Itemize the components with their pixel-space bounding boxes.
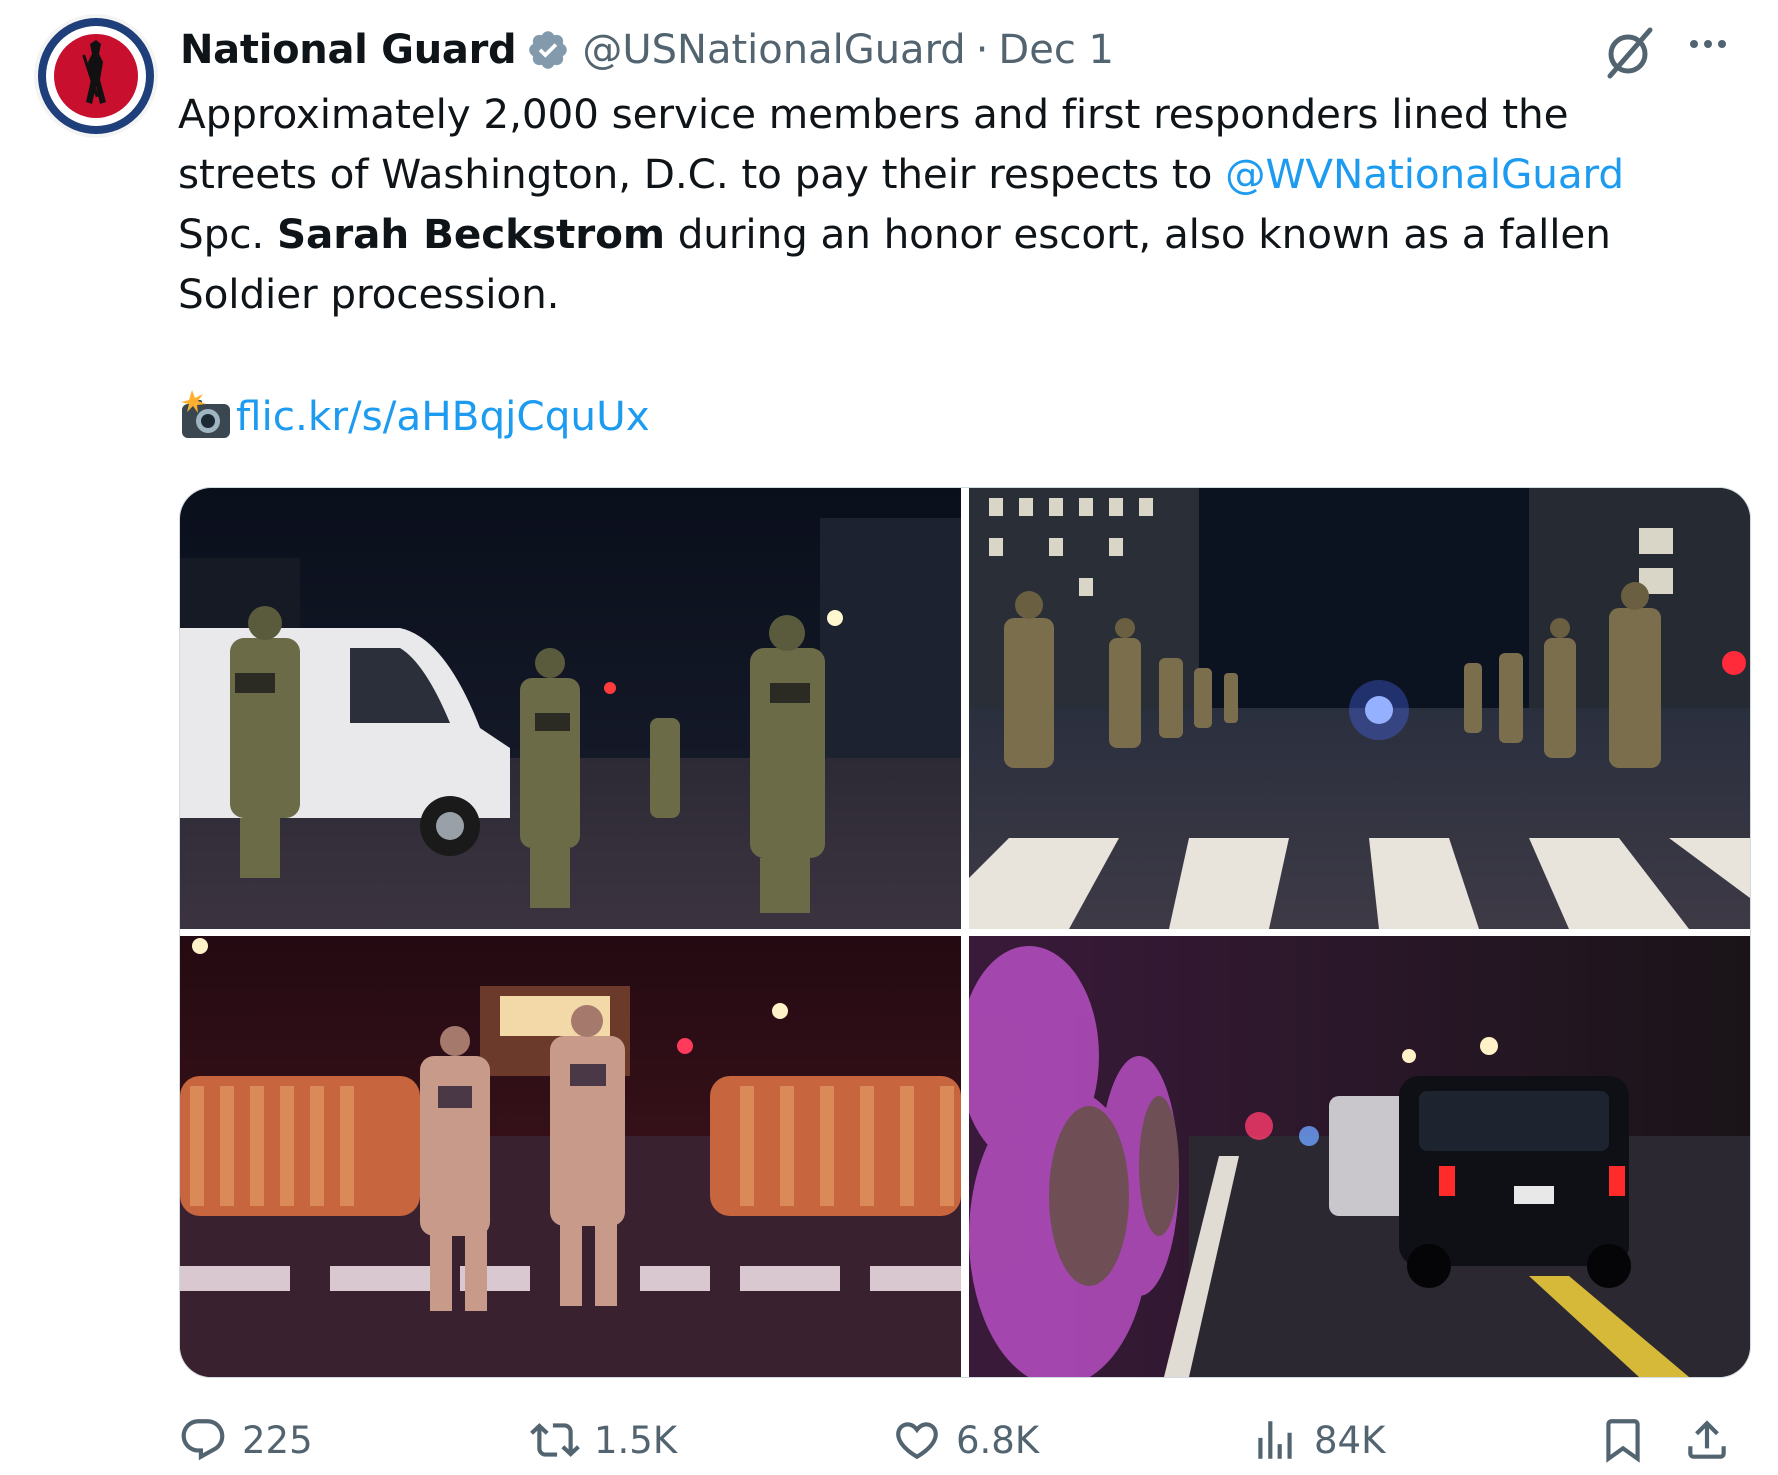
national-guard-seal-icon (38, 18, 154, 134)
views-count: 84K (1314, 1418, 1386, 1462)
photo-4-image (969, 936, 1750, 1377)
flickr-link[interactable]: flic.kr/s/aHBqjCquUx (236, 386, 650, 446)
reply-icon (181, 1419, 225, 1461)
heart-icon (896, 1422, 938, 1460)
display-name[interactable]: National Guard (180, 27, 517, 73)
bold-name: Sarah Beckstrom (276, 210, 665, 258)
tweet-header: National Guard @USNationalGuard · Dec 1 (180, 20, 1114, 80)
more-icon[interactable] (1684, 30, 1734, 80)
mention-link[interactable]: @WVNationalGuard (1225, 150, 1624, 198)
views-chart-icon (1258, 1421, 1292, 1459)
handle[interactable]: @USNationalGuard (582, 27, 965, 73)
photo-soldiers-lining-street-crosswalk[interactable] (969, 488, 1750, 929)
bookmark-icon (1606, 1419, 1640, 1463)
reply-count: 225 (242, 1418, 313, 1462)
share-icon (1688, 1420, 1726, 1459)
views-button[interactable]: 84K (1250, 1410, 1385, 1470)
text-part-2: Spc. (178, 210, 277, 258)
photo-1-image (180, 488, 961, 929)
retweet-count: 1.5K (594, 1418, 678, 1462)
photo-motorcade-passing-soldiers[interactable] (969, 936, 1750, 1377)
tweet-text: Approximately 2,000 service members and … (178, 84, 1718, 324)
separator-dot: · (975, 27, 989, 73)
verified-badge-icon (529, 31, 568, 69)
bookmark-button[interactable] (1598, 1410, 1648, 1470)
media-grid (179, 487, 1751, 1378)
avatar[interactable] (34, 14, 158, 138)
grok-icon[interactable] (1600, 24, 1658, 82)
retweet-button[interactable]: 1.5K (530, 1410, 677, 1470)
like-count: 6.8K (956, 1418, 1040, 1462)
camera-with-flash-icon (181, 390, 230, 438)
link-line: flic.kr/s/aHBqjCquUx (178, 386, 650, 446)
share-button[interactable] (1682, 1410, 1732, 1470)
photo-two-soldiers-walking-procession[interactable] (180, 936, 961, 1377)
photo-3-image (180, 936, 961, 1377)
like-button[interactable]: 6.8K (892, 1410, 1039, 1470)
action-bar: 225 1.5K 6.8K 84K (178, 1410, 1754, 1470)
photo-2-image (969, 488, 1750, 929)
post-date[interactable]: Dec 1 (998, 27, 1114, 73)
retweet-icon (530, 1423, 580, 1457)
photo-guard-members-saluting-van[interactable] (180, 488, 961, 929)
reply-button[interactable]: 225 (178, 1410, 313, 1470)
tweet: National Guard @USNationalGuard · Dec 1 … (0, 0, 1778, 1475)
